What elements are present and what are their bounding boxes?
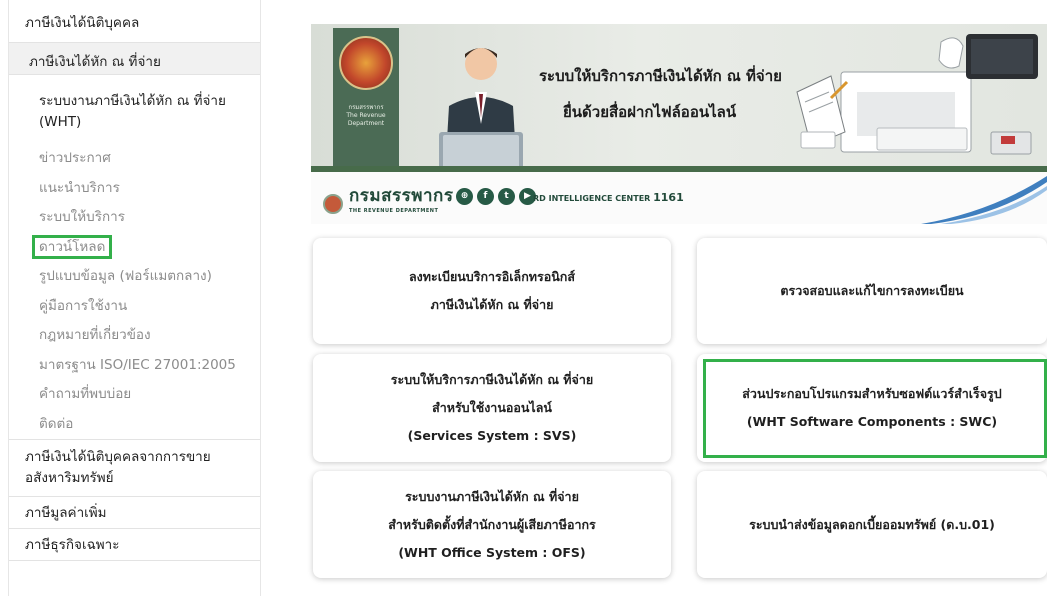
banner-title-line2: ยื่นด้วยสื่อฝากไฟล์ออนไลน์ xyxy=(563,103,737,121)
card-label: ระบบงานภาษีเงินได้หัก ณ ที่จ่าย xyxy=(405,488,579,504)
card-label: ตรวจสอบและแก้ไขการลงทะเบียน xyxy=(780,283,964,298)
banner-swoosh xyxy=(921,176,1047,224)
card-electronic-registration[interactable]: ลงทะเบียนบริการอิเล็กทรอนิกส์ ภาษีเงินได… xyxy=(313,238,671,344)
submenu-service-intro[interactable]: แนะนำบริการ xyxy=(9,174,260,204)
card-label: (Services System : SVS) xyxy=(407,428,577,443)
rd-center-label: RD INTELLIGENCE CENTER xyxy=(533,194,651,203)
submenu-user-manual[interactable]: คู่มือการใช้งาน xyxy=(9,292,260,322)
sidebar-item-corporate-income-tax[interactable]: ภาษีเงินได้นิติบุคคล xyxy=(9,0,260,43)
card-check-edit-registration[interactable]: ตรวจสอบและแก้ไขการลงทะเบียน xyxy=(697,238,1047,344)
submenu-faq[interactable]: คำถามที่พบบ่อย xyxy=(9,380,260,410)
submenu-wht-system[interactable]: ระบบงานภาษีเงินได้หัก ณ ที่จ่าย (WHT) xyxy=(9,85,249,144)
officer-illustration xyxy=(439,48,523,174)
card-label: สำหรับใช้งานออนไลน์ xyxy=(432,400,552,415)
card-label: ส่วนประกอบโปรแกรมสำหรับซอฟต์แวร์สำเร็จรู… xyxy=(742,386,1002,401)
facebook-icon[interactable]: f xyxy=(477,188,494,205)
twitter-icon[interactable]: t xyxy=(498,188,515,205)
card-online-services-svs[interactable]: ระบบให้บริการภาษีเงินได้หัก ณ ที่จ่าย สำ… xyxy=(313,354,671,462)
card-office-system-ofs[interactable]: ระบบงานภาษีเงินได้หัก ณ ที่จ่าย สำหรับติ… xyxy=(313,471,671,578)
card-label: (WHT Office System : OFS) xyxy=(398,544,586,560)
submenu-related-laws[interactable]: กฎหมายที่เกี่ยวข้อง xyxy=(9,321,260,351)
banner-title-line1: ระบบให้บริการภาษีเงินได้หัก ณ ที่จ่าย xyxy=(539,67,782,85)
card-label: ลงทะเบียนบริการอิเล็กทรอนิกส์ xyxy=(409,269,575,284)
sidebar-item-withholding-tax[interactable]: ภาษีเงินได้หัก ณ ที่จ่าย xyxy=(9,43,260,75)
logo-text-block: กรมสรรพากร THE REVENUE DEPARTMENT xyxy=(349,186,454,219)
revenue-seal-icon xyxy=(339,36,393,90)
sidebar-submenu: ระบบงานภาษีเงินได้หัก ณ ที่จ่าย (WHT) ข่… xyxy=(9,75,260,439)
desk-illustration xyxy=(796,34,1038,155)
revenue-seal-card: กรมสรรพากร The Revenue Department xyxy=(333,28,399,168)
globe-icon[interactable]: ⊕ xyxy=(456,188,473,205)
submenu-iso-standard[interactable]: มาตรฐาน ISO/IEC 27001:2005 xyxy=(9,351,260,381)
submenu-contact[interactable]: ติดต่อ xyxy=(9,410,260,440)
submenu-download[interactable]: ดาวน์โหลด xyxy=(9,233,260,263)
seal-subtext: The Revenue Department xyxy=(346,112,386,127)
logo-subtitle: THE REVENUE DEPARTMENT xyxy=(349,208,439,214)
rd-center-number: 1161 xyxy=(653,191,684,204)
sidebar-menu: ภาษีเงินได้นิติบุคคล ภาษีเงินได้หัก ณ ที… xyxy=(8,0,261,596)
submenu-news[interactable]: ข่าวประกาศ xyxy=(9,144,260,174)
revenue-department-logo[interactable]: กรมสรรพากร THE REVENUE DEPARTMENT xyxy=(323,186,454,219)
card-label: สำหรับติดตั้งที่สำนักงานผู้เสียภาษีอากร xyxy=(388,516,596,532)
logo-name: กรมสรรพากร xyxy=(349,186,454,206)
sidebar-item-real-estate-tax[interactable]: ภาษีเงินได้นิติบุคคลจากการขายอสังหาริมทร… xyxy=(9,440,260,497)
card-savings-interest-submission[interactable]: ระบบนำส่งข้อมูลดอกเบี้ยออมทรัพย์ (ด.บ.01… xyxy=(697,471,1047,578)
submenu-data-format[interactable]: รูปแบบข้อมูล (ฟอร์แมตกลาง) xyxy=(9,262,260,292)
sidebar-item-specific-business-tax[interactable]: ภาษีธุรกิจเฉพาะ xyxy=(9,529,260,561)
social-links: ⊕ f t ▶ xyxy=(456,188,536,205)
revenue-emblem-icon xyxy=(323,194,343,214)
seal-caption: กรมสรรพากร The Revenue Department xyxy=(337,104,395,128)
card-label: ระบบให้บริการภาษีเงินได้หัก ณ ที่จ่าย xyxy=(390,372,594,387)
submenu-download-label[interactable]: ดาวน์โหลด xyxy=(32,234,113,259)
seal-text: กรมสรรพากร xyxy=(348,104,384,111)
hero-banner: กรมสรรพากร The Revenue Department ระบบให… xyxy=(311,24,1047,224)
rd-intelligence-center: RD INTELLIGENCE CENTER 1161 xyxy=(533,191,684,204)
card-software-components-swc[interactable]: ส่วนประกอบโปรแกรมสำหรับซอฟต์แวร์สำเร็จรู… xyxy=(697,354,1047,462)
submenu-service-system[interactable]: ระบบให้บริการ xyxy=(9,203,260,233)
sidebar-bottom-group: ภาษีเงินได้นิติบุคคลจากการขายอสังหาริมทร… xyxy=(9,439,260,561)
sidebar-item-vat[interactable]: ภาษีมูลค่าเพิ่ม xyxy=(9,497,260,529)
card-label: (WHT Software Components : SWC) xyxy=(746,414,998,429)
card-label: ภาษีเงินได้หัก ณ ที่จ่าย xyxy=(430,297,554,312)
card-label: ระบบนำส่งข้อมูลดอกเบี้ยออมทรัพย์ (ด.บ.01… xyxy=(749,516,995,532)
